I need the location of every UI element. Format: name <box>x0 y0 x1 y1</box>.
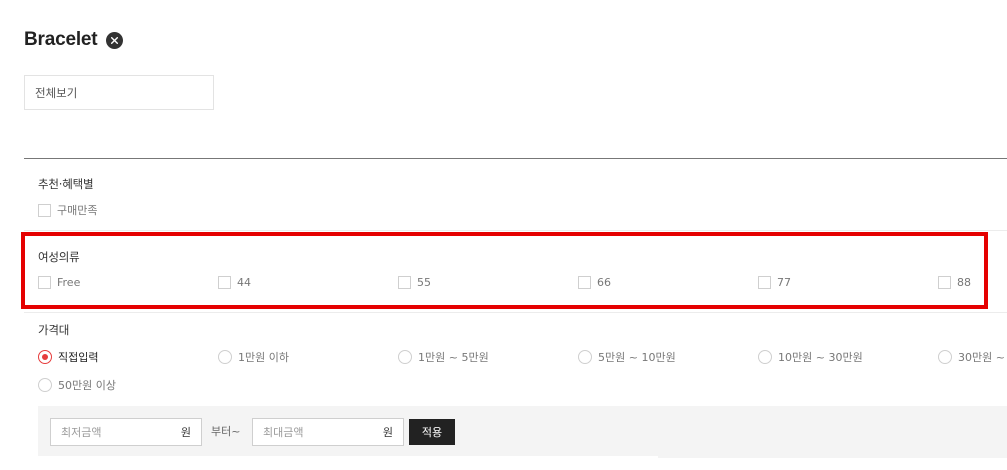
page-title: Bracelet <box>24 29 98 50</box>
recommend-filter-title: 추천·혜택별 <box>38 177 94 191</box>
filter-option-purchase-satisfaction[interactable]: 구매만족 <box>38 202 97 218</box>
min-price-placeholder: 최저금액 <box>61 426 102 439</box>
price-option-under-10k[interactable]: 1만원 이하 <box>218 349 289 365</box>
filter-divider <box>24 158 1007 159</box>
section-separator <box>24 312 1007 313</box>
price-option-500k-plus[interactable]: 50만원 이상 <box>38 377 116 393</box>
price-option-50k-100k[interactable]: 5만원 ~ 10만원 <box>578 349 676 365</box>
price-option-300k-plus[interactable]: 30만원 ~ <box>938 349 1005 365</box>
price-range-panel: 최저금액 원 부터~ 최대금액 원 적용 <box>38 406 1007 456</box>
currency-unit: 원 <box>382 426 393 439</box>
price-option-direct-input[interactable]: 직접입력 <box>38 349 98 365</box>
radio-button[interactable] <box>758 350 772 364</box>
view-all-button[interactable]: 전체보기 <box>24 75 214 110</box>
price-option-label: 1만원 이하 <box>238 351 289 364</box>
view-all-label: 전체보기 <box>35 85 78 100</box>
currency-unit: 원 <box>180 426 191 439</box>
radio-button[interactable] <box>938 350 952 364</box>
price-option-10k-50k[interactable]: 1만원 ~ 5만원 <box>398 349 489 365</box>
range-separator: 부터~ <box>211 425 241 438</box>
radio-button[interactable] <box>398 350 412 364</box>
highlight-annotation-box <box>21 232 988 309</box>
max-price-input[interactable]: 최대금액 원 <box>252 418 404 446</box>
price-filter-title: 가격대 <box>38 323 70 337</box>
clear-category-button[interactable] <box>106 31 124 49</box>
max-price-placeholder: 최대금액 <box>263 426 304 439</box>
section-separator <box>24 230 1007 231</box>
price-option-label: 직접입력 <box>58 351 99 364</box>
radio-button[interactable] <box>218 350 232 364</box>
radio-button[interactable] <box>38 378 52 392</box>
min-price-input[interactable]: 최저금액 원 <box>50 418 202 446</box>
apply-price-button[interactable]: 적용 <box>409 419 455 445</box>
price-option-label: 50만원 이상 <box>58 379 116 392</box>
price-option-100k-300k[interactable]: 10만원 ~ 30만원 <box>758 349 863 365</box>
close-icon <box>111 36 119 44</box>
price-option-label: 5만원 ~ 10만원 <box>598 351 676 364</box>
price-option-label: 10만원 ~ 30만원 <box>778 351 863 364</box>
category-header: Bracelet <box>24 28 124 52</box>
checkbox[interactable] <box>38 203 51 217</box>
filter-option-label: 구매만족 <box>57 204 98 217</box>
radio-button-selected[interactable] <box>38 350 52 364</box>
price-option-label: 30만원 ~ <box>958 351 1005 364</box>
price-option-label: 1만원 ~ 5만원 <box>418 351 489 364</box>
panel-edge <box>658 456 1007 458</box>
radio-button[interactable] <box>578 350 592 364</box>
